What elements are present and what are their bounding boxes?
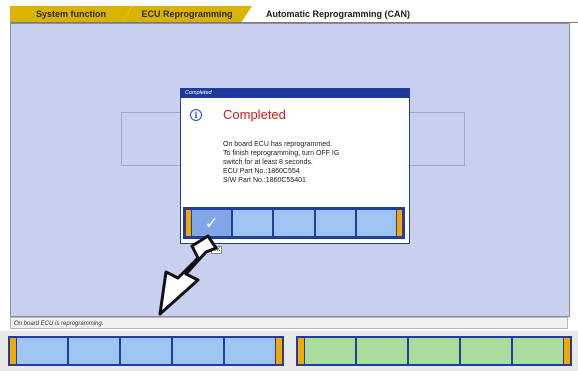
toolbar-button-5[interactable]	[225, 338, 275, 364]
tab-automatic-reprogramming: Automatic Reprogramming (CAN)	[266, 9, 411, 19]
left-button-group	[8, 336, 284, 366]
dialog-button-4[interactable]	[315, 210, 355, 236]
group-cap-right	[276, 338, 282, 364]
toolbar-button-1[interactable]	[17, 338, 67, 364]
toolbar-button-4[interactable]	[173, 338, 223, 364]
toolbar-button-9[interactable]	[461, 338, 511, 364]
message-line: To finish reprogramming, turn OFF IG	[223, 150, 340, 157]
status-bar: On board ECU is reprogramming.	[10, 317, 568, 329]
group-cap-left	[298, 338, 304, 364]
right-button-group	[296, 336, 572, 366]
dialog-heading: Completed	[223, 107, 286, 122]
app-window: System function ECU Reprogramming Automa…	[0, 0, 578, 371]
group-cap-left	[10, 338, 16, 364]
tab-bar: System function ECU Reprogramming Automa…	[10, 6, 578, 23]
checkmark-icon: ✓	[204, 213, 219, 233]
tab-ecu-reprogramming[interactable]: ECU Reprogramming	[122, 6, 252, 22]
message-line: S/W Part No.:1860C55401	[223, 177, 306, 184]
message-line: On board ECU has reprogrammed.	[223, 141, 332, 148]
info-icon: i	[190, 109, 202, 121]
dialog-button-3[interactable]	[274, 210, 314, 236]
toolbar-button-6[interactable]	[305, 338, 355, 364]
pointing-hand-arrow-icon	[158, 234, 218, 316]
bottom-toolbar	[0, 331, 578, 371]
message-line: switch for at least 8 seconds.	[223, 159, 313, 166]
dialog-button-5[interactable]	[356, 210, 397, 236]
toolbar-button-8[interactable]	[409, 338, 459, 364]
group-cap-right	[564, 338, 570, 364]
dialog-button-2[interactable]	[233, 210, 273, 236]
dialog-titlebar: Completed	[181, 89, 409, 98]
toolbar-button-3[interactable]	[121, 338, 171, 364]
dialog-message: On board ECU has reprogrammed. To finish…	[223, 140, 403, 185]
toolbar-button-7[interactable]	[357, 338, 407, 364]
tab-system-function[interactable]: System function	[10, 6, 132, 22]
row-cap-right	[397, 210, 403, 236]
toolbar-button-2[interactable]	[69, 338, 119, 364]
message-line: ECU Part No.:1860C554	[223, 168, 300, 175]
toolbar-button-10[interactable]	[513, 338, 563, 364]
completed-dialog: Completed i Completed On board ECU has r…	[180, 88, 410, 244]
